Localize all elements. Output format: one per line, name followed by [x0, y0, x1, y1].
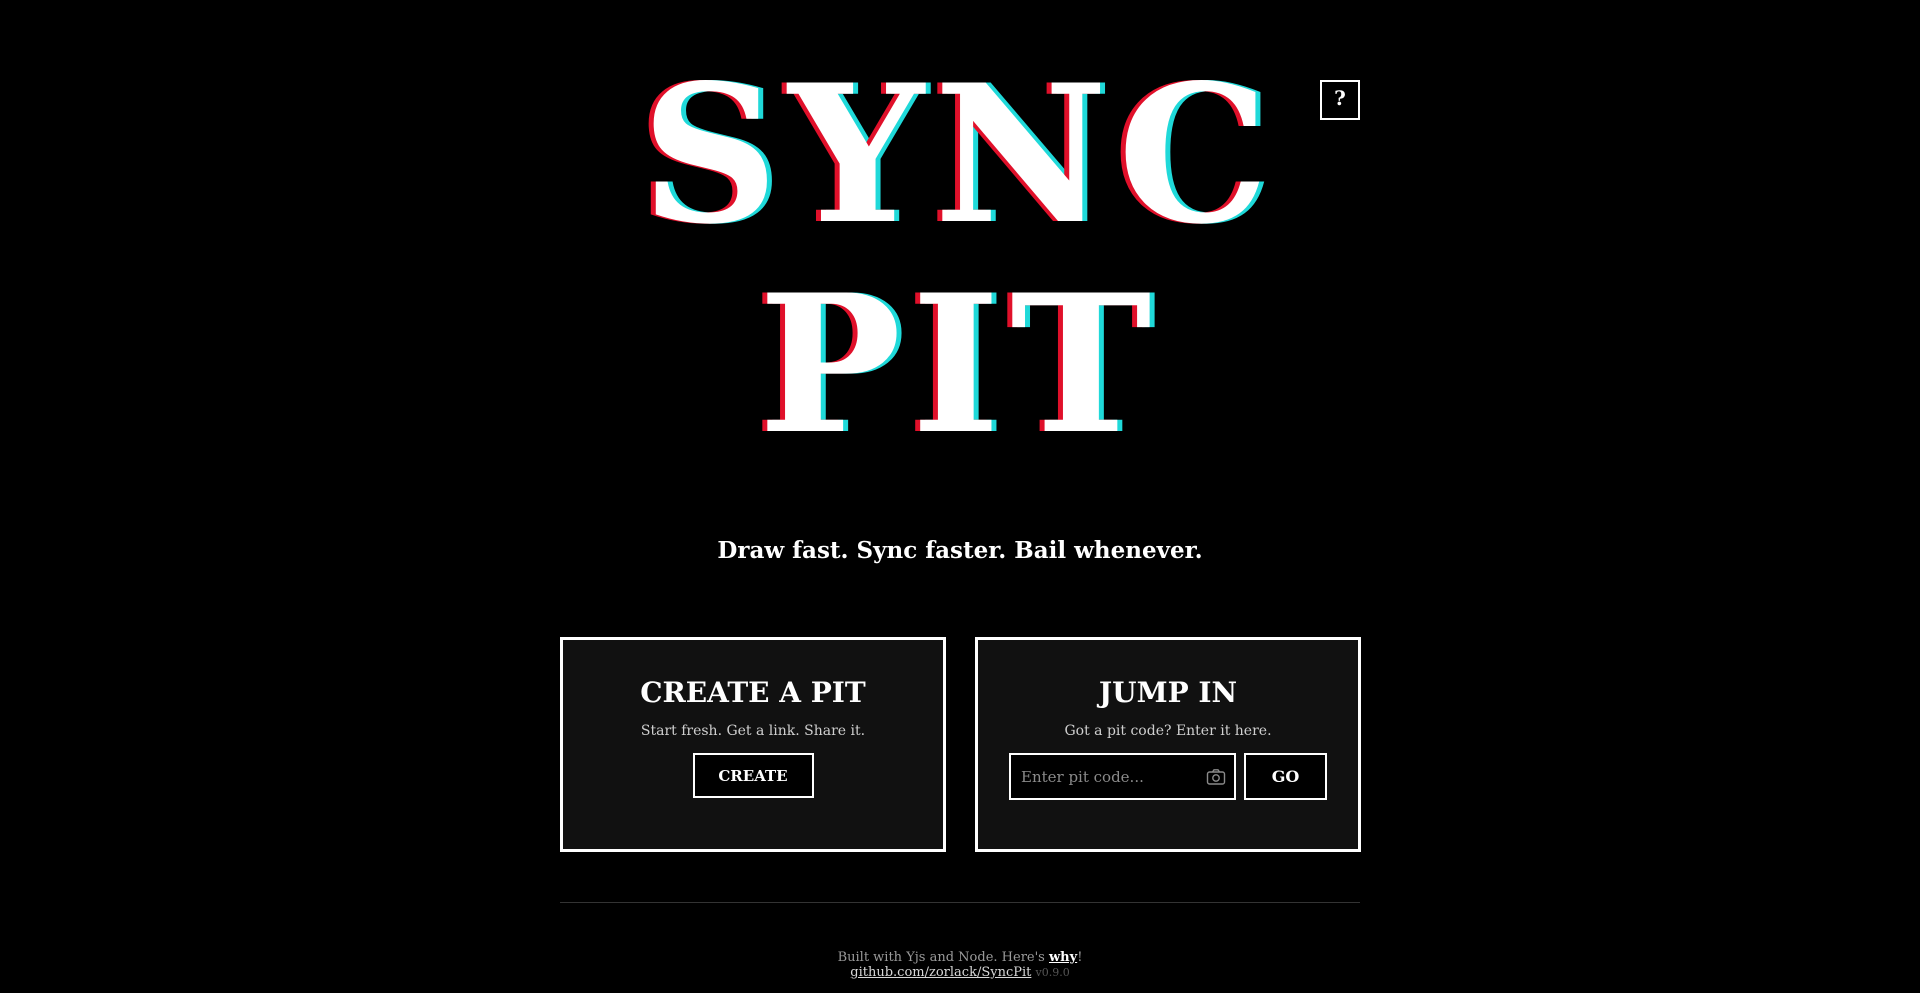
footer-built-prefix: Built with Yjs and Node. Here's [837, 950, 1049, 965]
footer-repo-line: github.com/zorlack/SyncPit v0.9.0 [0, 965, 1920, 980]
logo-line-pit: PIT [758, 253, 1162, 476]
jump-in-description: Got a pit code? Enter it here. [1064, 723, 1272, 739]
camera-icon[interactable] [1206, 768, 1226, 786]
footer-built-line: Built with Yjs and Node. Here's why! [0, 950, 1920, 965]
pit-code-field [1009, 753, 1236, 800]
footer-divider [560, 902, 1360, 903]
jump-in-title: JUMP IN [1098, 676, 1238, 709]
create-pit-description: Start fresh. Get a link. Share it. [640, 723, 866, 739]
help-button[interactable]: ? [1320, 80, 1360, 120]
footer: Built with Yjs and Node. Here's why! git… [0, 950, 1920, 980]
why-link[interactable]: why [1049, 950, 1077, 965]
footer-built-suffix: ! [1077, 950, 1083, 965]
logo-line-sync: SYNC [641, 43, 1279, 266]
create-button[interactable]: CREATE [692, 753, 814, 798]
create-pit-card: CREATE A PIT Start fresh. Get a link. Sh… [560, 637, 946, 852]
github-repo-link[interactable]: github.com/zorlack/SyncPit [850, 965, 1031, 980]
pit-code-input[interactable] [1011, 755, 1234, 798]
create-pit-title: CREATE A PIT [640, 676, 866, 709]
go-button[interactable]: GO [1244, 753, 1327, 800]
version-label: v0.9.0 [1035, 966, 1070, 979]
jump-in-card: JUMP IN Got a pit code? Enter it here. G… [975, 637, 1361, 852]
tagline: Draw fast. Sync faster. Bail whenever. [717, 537, 1203, 564]
join-row: GO [978, 753, 1358, 800]
